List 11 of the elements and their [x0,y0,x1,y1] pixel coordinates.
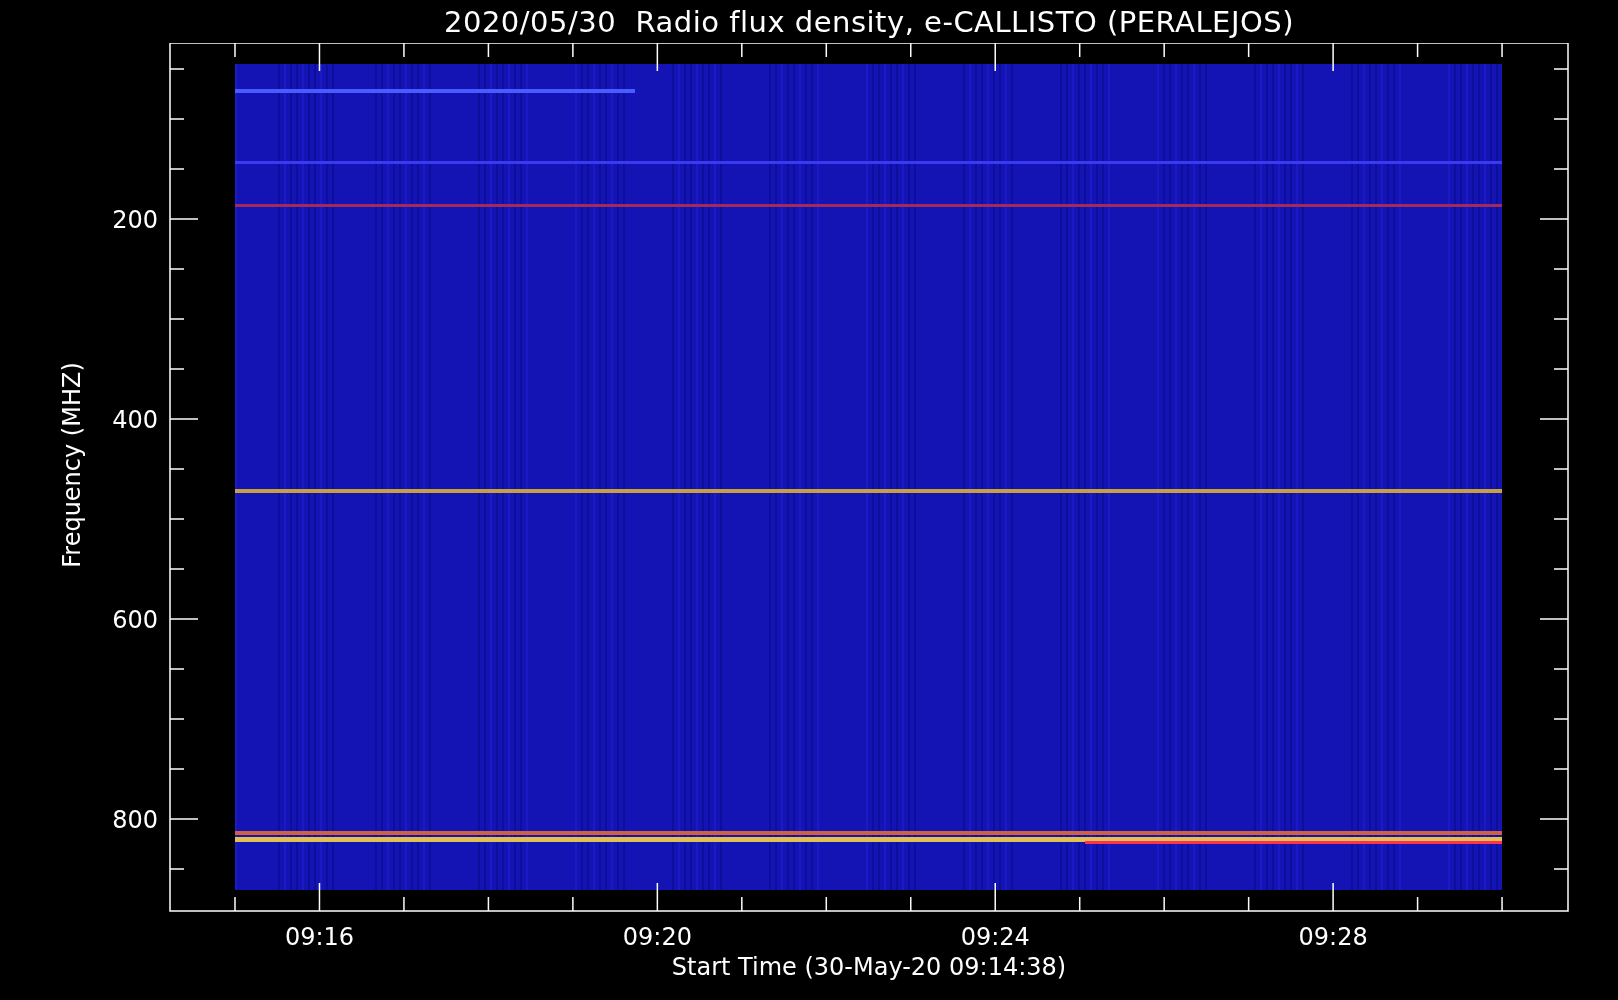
y-tick-label: 600 [112,606,158,634]
x-tick-label: 09:24 [960,923,1030,951]
chart-title: 2020/05/30 Radio flux density, e-CALLISTO (PERALEJOS) [444,4,1294,39]
y-tick-label: 800 [112,806,158,834]
y-axis-label: Frequency (MHZ) [58,362,86,568]
x-tick-label: 09:28 [1298,923,1368,951]
x-tick-label: 09:20 [622,923,692,951]
y-tick-label: 200 [112,206,158,234]
y-tick-label: 400 [112,406,158,434]
x-axis-label: Start Time (30-May-20 09:14:38) [671,953,1067,981]
x-tick-label: 09:16 [284,923,355,951]
